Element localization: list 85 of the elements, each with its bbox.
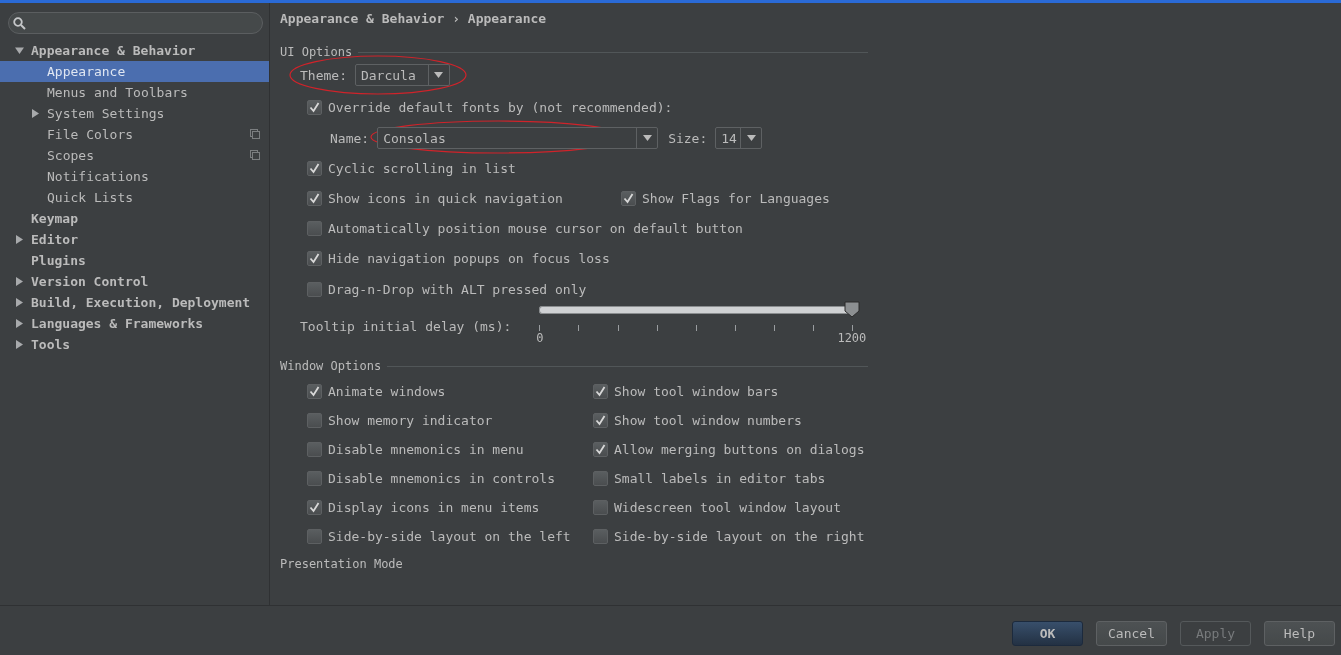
checkbox-label: Hide navigation popups on focus loss: [328, 250, 610, 266]
checkbox[interactable]: [307, 250, 322, 266]
slider-label: Tooltip initial delay (ms):: [300, 318, 512, 334]
tree-item[interactable]: Scopes: [0, 145, 269, 166]
tree-item[interactable]: Plugins: [0, 250, 269, 271]
checkbox-label: Widescreen tool window layout: [614, 500, 841, 515]
checkbox-label: Show tool window numbers: [614, 413, 802, 428]
checkbox[interactable]: [307, 281, 322, 297]
checkbox[interactable]: [307, 190, 322, 206]
checkbox-label: Automatically position mouse cursor on default button: [328, 220, 743, 236]
dialog-button[interactable]: OK: [1012, 621, 1083, 646]
section-title: UI Options: [280, 45, 353, 59]
search-field[interactable]: [8, 12, 263, 34]
checkbox-label: Cyclic scrolling in list: [328, 160, 516, 176]
checkbox[interactable]: [593, 442, 608, 457]
checkbox-label: Disable mnemonics in controls: [328, 471, 555, 486]
checkbox-label: Small labels in editor tabs: [614, 471, 826, 486]
dropdown-arrow-icon: [746, 135, 756, 141]
checkbox[interactable]: [593, 384, 608, 399]
tree-item[interactable]: Menus and Toolbars: [0, 82, 269, 103]
checkbox-label: Side-by-side layout on the left: [328, 529, 571, 544]
tree-item[interactable]: Languages & Frameworks: [0, 313, 269, 334]
checkbox-label: Override default fonts by (not recommended):: [328, 99, 673, 115]
checkbox-label: Show icons in quick navigation: [328, 190, 563, 206]
dialog-button[interactable]: Cancel: [1096, 621, 1167, 646]
checkbox[interactable]: [593, 529, 608, 544]
tree-item[interactable]: Version Control: [0, 271, 269, 292]
tree-item[interactable]: Notifications: [0, 166, 269, 187]
checkbox[interactable]: [307, 529, 322, 544]
tree-item[interactable]: Keymap: [0, 208, 269, 229]
dropdown-arrow-icon: [642, 135, 652, 141]
collapsed-arrow-icon[interactable]: [15, 319, 24, 328]
tree-item[interactable]: Appearance & Behavior: [0, 40, 269, 61]
collapsed-arrow-icon[interactable]: [15, 298, 24, 307]
slider[interactable]: [539, 301, 862, 318]
checkbox[interactable]: [593, 500, 608, 515]
checkbox-label: Display icons in menu items: [328, 500, 540, 515]
checkbox-label: Disable mnemonics in menu: [328, 442, 524, 457]
tree-item[interactable]: System Settings: [0, 103, 269, 124]
expanded-arrow-icon[interactable]: [15, 46, 24, 55]
section-title: Presentation Mode: [280, 557, 403, 571]
tree-item[interactable]: File Colors: [0, 124, 269, 145]
checkbox[interactable]: [307, 471, 322, 486]
checkbox[interactable]: [307, 160, 322, 176]
slider-thumb[interactable]: [844, 301, 861, 318]
tree-item[interactable]: Appearance: [0, 61, 269, 82]
theme-dropdown[interactable]: Darcula: [354, 64, 450, 86]
checkbox[interactable]: [307, 442, 322, 457]
tree-item[interactable]: Quick Lists: [0, 187, 269, 208]
checkbox[interactable]: [307, 500, 322, 515]
tick-label: 0: [536, 331, 544, 345]
checkbox-label: Show tool window bars: [614, 384, 779, 399]
font-size-dropdown[interactable]: 14: [715, 127, 763, 149]
checkbox[interactable]: [593, 413, 608, 428]
checkbox[interactable]: [307, 384, 322, 399]
tree-item[interactable]: Editor: [0, 229, 269, 250]
checkbox[interactable]: [621, 190, 636, 206]
tree-item[interactable]: Tools: [0, 334, 269, 355]
checkbox-label: Drag-n-Drop with ALT pressed only: [328, 281, 587, 297]
font-name-dropdown[interactable]: Consolas: [377, 127, 659, 149]
breadcrumb: Appearance & Behavior › Appearance: [280, 11, 548, 28]
dialog-button[interactable]: Help: [1264, 621, 1335, 646]
field-label: Size:: [668, 130, 708, 146]
checkbox[interactable]: [593, 471, 608, 486]
checkbox-label: Side-by-side layout on the right: [614, 529, 865, 544]
collapsed-arrow-icon[interactable]: [15, 235, 24, 244]
tree-item[interactable]: Build, Execution, Deployment: [0, 292, 269, 313]
search-icon: [13, 16, 26, 30]
checkbox[interactable]: [307, 220, 322, 236]
section-title: Window Options: [280, 359, 382, 373]
checkbox-label: Show Flags for Languages: [642, 190, 830, 206]
collapsed-arrow-icon[interactable]: [15, 277, 24, 286]
checkbox[interactable]: [307, 99, 322, 115]
copy-icon: [250, 150, 260, 160]
field-label: Theme:: [300, 67, 347, 83]
checkbox-label: Show memory indicator: [328, 413, 493, 428]
dropdown-arrow-icon: [434, 72, 444, 78]
checkbox[interactable]: [307, 413, 322, 428]
collapsed-arrow-icon[interactable]: [15, 340, 24, 349]
field-label: Name:: [330, 130, 370, 146]
collapsed-arrow-icon[interactable]: [31, 109, 40, 118]
checkbox-label: Animate windows: [328, 384, 446, 399]
checkbox-label: Allow merging buttons on dialogs: [614, 442, 865, 457]
tick-label: 1200: [837, 331, 867, 345]
copy-icon: [250, 129, 260, 139]
